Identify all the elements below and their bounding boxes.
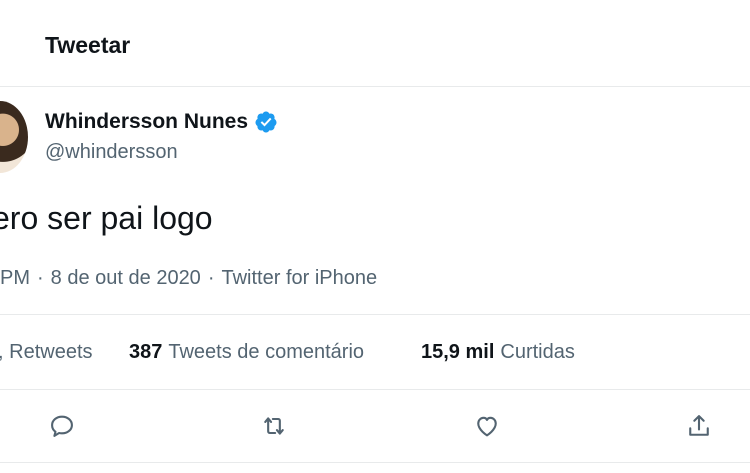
- tweet-time[interactable]: PM: [0, 267, 30, 289]
- retweets-stat[interactable]: , Retweets: [0, 341, 93, 364]
- reply-icon: [51, 415, 73, 437]
- likes-stat[interactable]: 15,9 mil Curtidas: [421, 341, 575, 364]
- meta-separator: ·: [37, 267, 44, 289]
- divider: [0, 314, 750, 315]
- share-button[interactable]: [683, 410, 715, 442]
- likes-count: 15,9 mil: [421, 341, 495, 363]
- tweet-text: ero ser pai logo: [0, 200, 213, 236]
- tweet-meta: PM · 8 de out de 2020 · Twitter for iPhone: [0, 267, 377, 290]
- quotes-stat[interactable]: 387 Tweets de comentário: [129, 341, 364, 364]
- tweet-source[interactable]: Twitter for iPhone: [221, 267, 377, 289]
- retweets-glyph: ,: [0, 341, 4, 363]
- quotes-label: Tweets de comentário: [168, 341, 365, 363]
- author-name[interactable]: Whindersson Nunes: [45, 110, 248, 134]
- like-button[interactable]: [471, 410, 503, 442]
- divider: [0, 389, 750, 390]
- retweet-button[interactable]: [258, 410, 290, 442]
- retweet-icon: [264, 417, 284, 435]
- meta-separator: ·: [207, 267, 215, 289]
- page-title: Tweetar: [45, 32, 131, 58]
- heart-icon: [477, 416, 497, 437]
- avatar[interactable]: [0, 101, 28, 173]
- retweets-label: Retweets: [9, 341, 93, 363]
- author-row: Whindersson Nunes: [45, 110, 278, 134]
- reply-button[interactable]: [46, 410, 78, 442]
- divider: [0, 462, 750, 463]
- page-header: Tweetar: [0, 0, 750, 87]
- likes-label: Curtidas: [500, 341, 575, 363]
- action-bar: [0, 410, 750, 446]
- author-handle[interactable]: @whindersson: [45, 141, 178, 164]
- tweet-date[interactable]: 8 de out de 2020: [51, 267, 201, 289]
- quotes-count: 387: [129, 341, 163, 363]
- verified-badge-icon: [254, 110, 278, 134]
- share-icon: [689, 415, 709, 436]
